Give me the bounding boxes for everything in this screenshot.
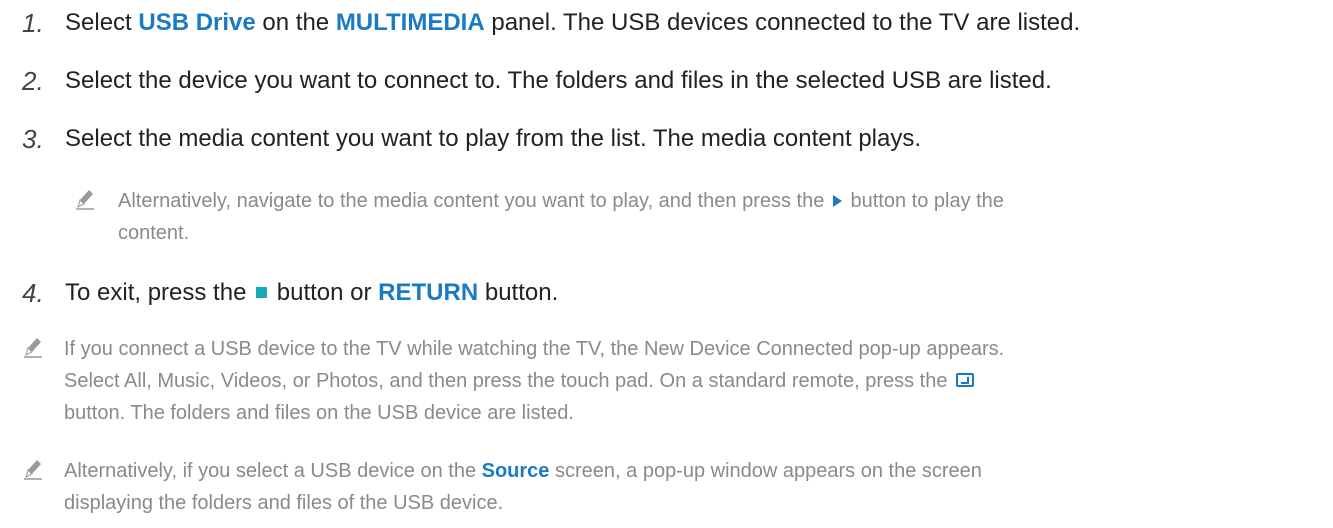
source-label: Source (481, 460, 550, 482)
step-number: 1. (22, 8, 44, 38)
pencil-icon (76, 190, 94, 210)
return-label: RETURN (378, 279, 479, 306)
note-text: If you connect a USB device to the TV wh… (64, 338, 1005, 424)
note-text: Alternatively, if you select a USB devic… (64, 460, 982, 514)
source-note: Alternatively, if you select a USB devic… (0, 455, 1333, 525)
step-number: 2. (22, 66, 44, 96)
play-icon (832, 194, 842, 207)
pencil-icon (24, 338, 42, 358)
usb-drive-label: USB Drive (138, 9, 256, 36)
enter-icon (956, 373, 975, 388)
note-text: Alternatively, navigate to the media con… (118, 190, 1004, 244)
step-number: 3. (22, 124, 44, 154)
step-text: Select the media content you want to pla… (65, 125, 922, 152)
step-text: Select the device you want to connect to… (65, 67, 1052, 94)
stop-icon (256, 286, 268, 298)
pencil-icon (24, 460, 42, 480)
step-3-note: Alternatively, navigate to the media con… (0, 185, 1333, 255)
usb-connect-note: If you connect a USB device to the TV wh… (0, 333, 1333, 433)
step-text: Select USB Drive on the MULTIMEDIA panel… (65, 9, 1081, 36)
step-number: 4. (22, 278, 44, 308)
multimedia-label: MULTIMEDIA (335, 9, 485, 36)
step-text: To exit, press the button or RETURN butt… (65, 279, 559, 306)
